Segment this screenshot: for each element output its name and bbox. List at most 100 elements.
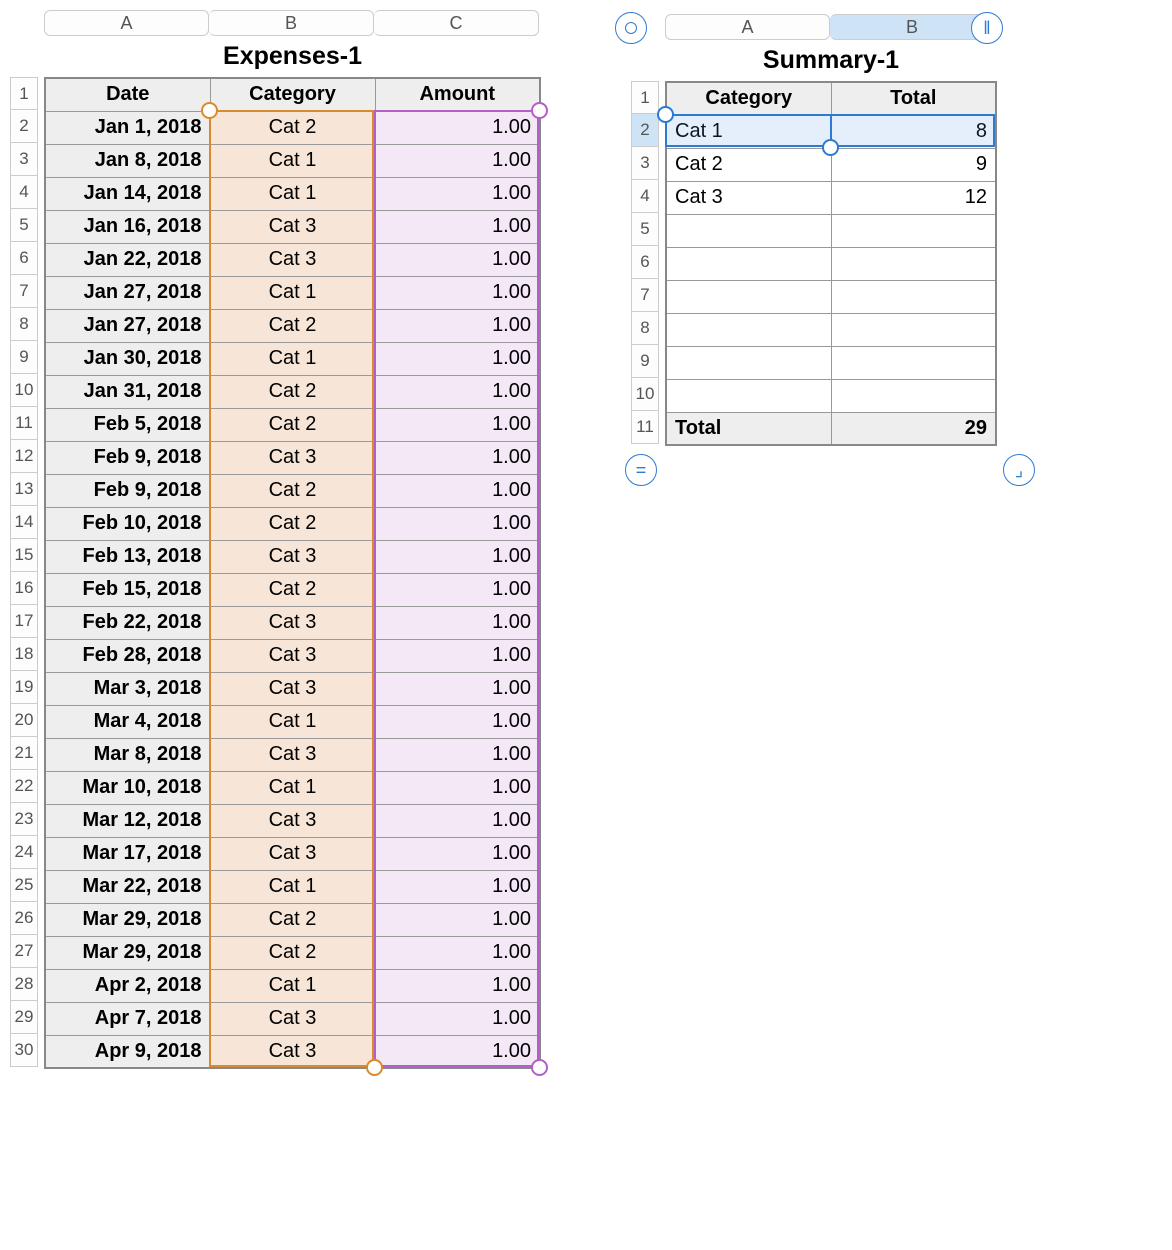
amount-cell[interactable]: 1.00: [375, 243, 540, 276]
table-row[interactable]: Mar 8, 2018Cat 31.00: [45, 738, 540, 771]
date-cell[interactable]: Feb 9, 2018: [45, 441, 210, 474]
empty-cell[interactable]: [666, 214, 831, 247]
row-number[interactable]: 8: [631, 312, 659, 345]
row-number[interactable]: 24: [10, 836, 38, 869]
amount-cell[interactable]: 1.00: [375, 144, 540, 177]
add-row-icon[interactable]: =: [625, 454, 657, 486]
column-letter[interactable]: A: [665, 14, 830, 40]
table-row[interactable]: Feb 13, 2018Cat 31.00: [45, 540, 540, 573]
amount-cell[interactable]: 1.00: [375, 573, 540, 606]
amount-cell[interactable]: 1.00: [375, 177, 540, 210]
total-cell[interactable]: 8: [831, 115, 996, 148]
row-number[interactable]: 14: [10, 506, 38, 539]
category-cell[interactable]: Cat 1: [666, 115, 831, 148]
total-cell[interactable]: 12: [831, 181, 996, 214]
category-cell[interactable]: Cat 3: [210, 243, 375, 276]
category-cell[interactable]: Cat 2: [210, 111, 375, 144]
table-row[interactable]: [666, 280, 996, 313]
date-cell[interactable]: Feb 9, 2018: [45, 474, 210, 507]
table-row[interactable]: Mar 10, 2018Cat 11.00: [45, 771, 540, 804]
date-cell[interactable]: Mar 4, 2018: [45, 705, 210, 738]
date-cell[interactable]: Feb 15, 2018: [45, 573, 210, 606]
category-cell[interactable]: Cat 3: [210, 639, 375, 672]
amount-cell[interactable]: 1.00: [375, 1035, 540, 1068]
amount-cell[interactable]: 1.00: [375, 672, 540, 705]
row-number[interactable]: 10: [10, 374, 38, 407]
date-cell[interactable]: Jan 22, 2018: [45, 243, 210, 276]
date-cell[interactable]: Mar 29, 2018: [45, 903, 210, 936]
amount-cell[interactable]: 1.00: [375, 738, 540, 771]
date-cell[interactable]: Feb 13, 2018: [45, 540, 210, 573]
category-cell[interactable]: Cat 2: [210, 903, 375, 936]
category-cell[interactable]: Cat 1: [210, 144, 375, 177]
table-row[interactable]: [666, 247, 996, 280]
category-cell[interactable]: Cat 3: [210, 606, 375, 639]
date-cell[interactable]: Mar 12, 2018: [45, 804, 210, 837]
category-cell[interactable]: Cat 1: [210, 870, 375, 903]
row-number[interactable]: 19: [10, 671, 38, 704]
date-cell[interactable]: Apr 7, 2018: [45, 1002, 210, 1035]
category-cell[interactable]: Cat 3: [210, 804, 375, 837]
row-number[interactable]: 20: [10, 704, 38, 737]
row-number[interactable]: 4: [10, 176, 38, 209]
date-cell[interactable]: Mar 22, 2018: [45, 870, 210, 903]
row-number[interactable]: 17: [10, 605, 38, 638]
table-row[interactable]: Apr 7, 2018Cat 31.00: [45, 1002, 540, 1035]
empty-cell[interactable]: [831, 214, 996, 247]
table-row[interactable]: Apr 9, 2018Cat 31.00: [45, 1035, 540, 1068]
table-row[interactable]: Jan 8, 2018Cat 11.00: [45, 144, 540, 177]
category-cell[interactable]: Cat 2: [210, 309, 375, 342]
table-row[interactable]: [666, 214, 996, 247]
table-row[interactable]: [666, 346, 996, 379]
category-cell[interactable]: Cat 2: [210, 573, 375, 606]
empty-cell[interactable]: [666, 313, 831, 346]
column-header[interactable]: Total: [831, 82, 996, 115]
category-cell[interactable]: Cat 2: [210, 408, 375, 441]
row-number[interactable]: 25: [10, 869, 38, 902]
date-cell[interactable]: Jan 31, 2018: [45, 375, 210, 408]
empty-cell[interactable]: [666, 346, 831, 379]
date-cell[interactable]: Feb 10, 2018: [45, 507, 210, 540]
table-row[interactable]: Jan 16, 2018Cat 31.00: [45, 210, 540, 243]
row-number[interactable]: 23: [10, 803, 38, 836]
table-row[interactable]: Mar 4, 2018Cat 11.00: [45, 705, 540, 738]
table-row[interactable]: Feb 15, 2018Cat 21.00: [45, 573, 540, 606]
table-row[interactable]: Jan 31, 2018Cat 21.00: [45, 375, 540, 408]
column-header[interactable]: Category: [210, 78, 375, 111]
table-row[interactable]: Jan 14, 2018Cat 11.00: [45, 177, 540, 210]
row-number[interactable]: 21: [10, 737, 38, 770]
date-cell[interactable]: Mar 3, 2018: [45, 672, 210, 705]
category-cell[interactable]: Cat 3: [666, 181, 831, 214]
date-cell[interactable]: Mar 17, 2018: [45, 837, 210, 870]
row-number[interactable]: 3: [631, 147, 659, 180]
expenses-grid[interactable]: DateCategoryAmountJan 1, 2018Cat 21.00Ja…: [44, 77, 541, 1069]
amount-cell[interactable]: 1.00: [375, 639, 540, 672]
amount-cell[interactable]: 1.00: [375, 276, 540, 309]
row-number[interactable]: 8: [10, 308, 38, 341]
category-cell[interactable]: Cat 3: [210, 1002, 375, 1035]
row-number[interactable]: 13: [10, 473, 38, 506]
category-cell[interactable]: Cat 1: [210, 276, 375, 309]
row-number[interactable]: 16: [10, 572, 38, 605]
row-number[interactable]: 28: [10, 968, 38, 1001]
date-cell[interactable]: Feb 5, 2018: [45, 408, 210, 441]
row-number[interactable]: 26: [10, 902, 38, 935]
date-cell[interactable]: Jan 1, 2018: [45, 111, 210, 144]
amount-cell[interactable]: 1.00: [375, 540, 540, 573]
column-letter[interactable]: A: [44, 10, 209, 36]
row-number[interactable]: 4: [631, 180, 659, 213]
date-cell[interactable]: Apr 2, 2018: [45, 969, 210, 1002]
amount-cell[interactable]: 1.00: [375, 1002, 540, 1035]
category-cell[interactable]: Cat 1: [210, 705, 375, 738]
empty-cell[interactable]: [831, 247, 996, 280]
amount-cell[interactable]: 1.00: [375, 903, 540, 936]
amount-cell[interactable]: 1.00: [375, 936, 540, 969]
amount-cell[interactable]: 1.00: [375, 210, 540, 243]
category-cell[interactable]: Cat 3: [210, 738, 375, 771]
amount-cell[interactable]: 1.00: [375, 969, 540, 1002]
row-number[interactable]: 7: [631, 279, 659, 312]
table-row[interactable]: Mar 17, 2018Cat 31.00: [45, 837, 540, 870]
table-row[interactable]: Feb 10, 2018Cat 21.00: [45, 507, 540, 540]
table-row[interactable]: Jan 30, 2018Cat 11.00: [45, 342, 540, 375]
row-number[interactable]: 12: [10, 440, 38, 473]
